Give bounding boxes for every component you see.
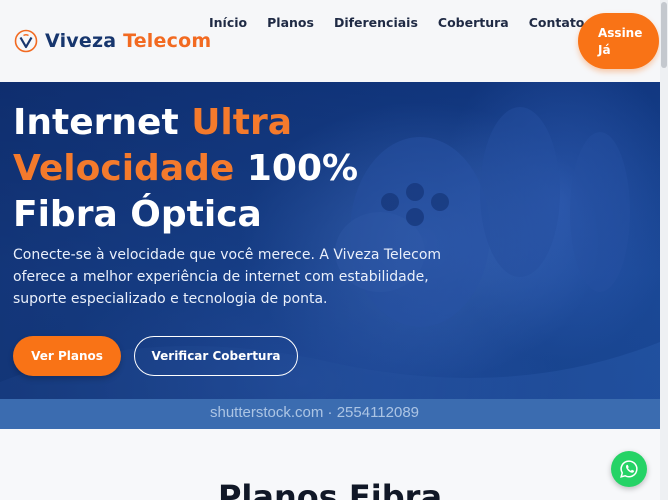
nav-link-inicio[interactable]: Início (209, 15, 247, 30)
logo[interactable]: Viveza Telecom (14, 29, 211, 53)
scrollbar-thumb[interactable] (661, 2, 667, 68)
hero-subtitle: Conecte-se à velocidade que você merece.… (13, 247, 442, 307)
check-coverage-button[interactable]: Verificar Cobertura (134, 336, 298, 376)
nav-link-contato[interactable]: Contato (529, 15, 585, 30)
nav-link-diferenciais[interactable]: Diferenciais (334, 15, 418, 30)
plans-section-title: Planos Fibra (217, 478, 443, 500)
scrollbar[interactable] (660, 0, 668, 500)
main-nav: Início Planos Diferenciais Cobertura Con… (209, 15, 604, 30)
navbar: Viveza Telecom Início Planos Diferenciai… (0, 0, 668, 82)
subscribe-button[interactable]: Assine Já (578, 13, 659, 69)
subscribe-button-label-line1: Assine (598, 26, 643, 40)
whatsapp-button[interactable] (611, 451, 647, 487)
nav-link-planos[interactable]: Planos (267, 15, 314, 30)
hero-title-highlight2: Velocidade (13, 148, 235, 189)
whatsapp-icon (620, 460, 638, 478)
hero-title-highlight1: Ultra (191, 102, 293, 143)
brand-name-part1: Viveza (45, 30, 117, 52)
hero-title: Internet Ultra Velocidade 100% Fibra Óptic… (13, 100, 473, 238)
subscribe-button-label-line2: Já (598, 43, 611, 57)
wifi-v-logo-icon (14, 29, 38, 53)
hero-title-part1: Internet (13, 102, 192, 143)
view-plans-button[interactable]: Ver Planos (13, 336, 121, 376)
stock-watermark: shutterstock.com · 2554112089 (210, 404, 420, 421)
hero-title-part3: Fibra Óptica (13, 194, 262, 235)
nav-link-cobertura[interactable]: Cobertura (438, 15, 509, 30)
brand-name-part2: Telecom (123, 30, 212, 52)
hero-title-part2: 100% (234, 148, 359, 189)
brand-name: Viveza Telecom (45, 30, 211, 52)
